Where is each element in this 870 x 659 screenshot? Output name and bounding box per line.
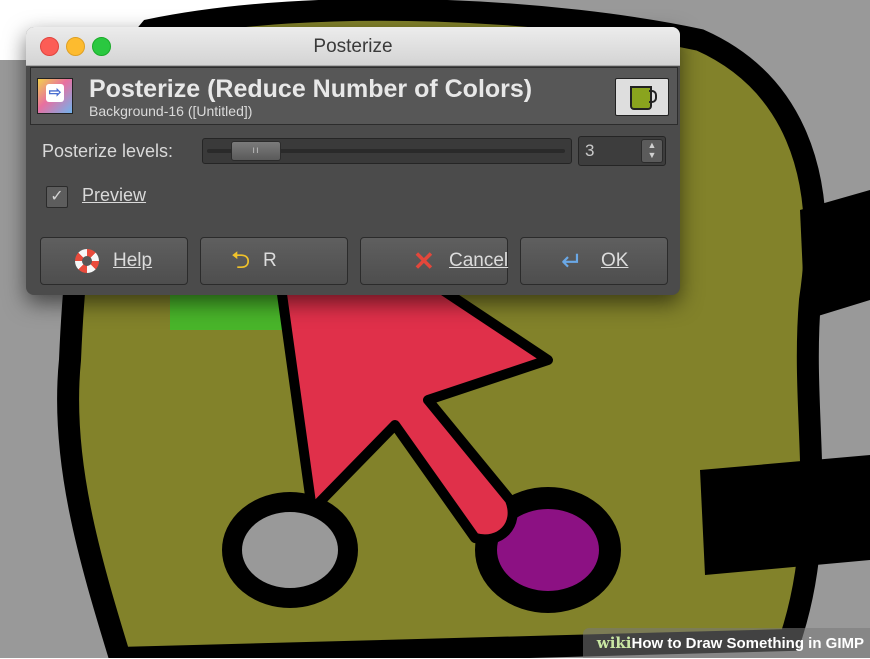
reset-icon: ⮌ xyxy=(231,247,251,274)
posterize-levels-spinbox[interactable]: 3 ▲ ▼ xyxy=(578,136,666,166)
enter-arrow-icon: ↵ xyxy=(561,246,583,276)
cancel-button[interactable]: ✕ Cancel xyxy=(360,237,508,285)
help-button-label: Help xyxy=(113,250,153,271)
preview-label-text: Preview xyxy=(82,185,147,205)
cancel-button-label: Cancel xyxy=(449,250,509,271)
posterize-levels-slider[interactable]: ıı xyxy=(202,138,572,164)
preview-label[interactable]: Preview xyxy=(82,185,146,206)
preview-checkbox[interactable]: ✓ xyxy=(46,186,68,208)
watermark-text: How to Draw Something in GIMP xyxy=(631,635,865,652)
posterize-levels-value[interactable]: 3 xyxy=(585,141,594,161)
title-bar[interactable]: Posterize xyxy=(26,27,680,66)
reset-button-label: R xyxy=(263,250,277,271)
posterize-plugin-icon: ⇨ xyxy=(37,78,73,114)
window-title: Posterize xyxy=(313,36,393,57)
posterize-dialog: Posterize ⇨ Posterize (Reduce Number of … xyxy=(26,27,680,295)
dialog-subheading: Background-16 ([Untitled]) xyxy=(89,103,253,119)
cancel-x-icon: ✕ xyxy=(413,246,435,276)
dialog-heading: Posterize (Reduce Number of Colors) xyxy=(89,75,533,103)
watermark-wiki: wiki xyxy=(596,634,632,652)
help-button[interactable]: Help xyxy=(40,237,188,285)
lifebuoy-icon xyxy=(75,249,99,273)
ok-button-label: OK xyxy=(601,250,629,271)
left-eye xyxy=(222,492,358,608)
reset-button[interactable]: ⮌ R xyxy=(200,237,348,285)
ok-button[interactable]: ↵ OK xyxy=(520,237,668,285)
gimp-mug-icon xyxy=(615,78,669,116)
black-band xyxy=(700,455,870,575)
posterize-levels-label: Posterize levels: xyxy=(42,141,174,161)
dialog-header: ⇨ Posterize (Reduce Number of Colors) Ba… xyxy=(30,67,678,125)
spin-arrows-icon[interactable]: ▲ ▼ xyxy=(641,139,663,163)
wikihow-watermark: wikiHow to Draw Something in GIMP xyxy=(582,628,870,658)
slider-handle[interactable]: ıı xyxy=(231,141,281,161)
